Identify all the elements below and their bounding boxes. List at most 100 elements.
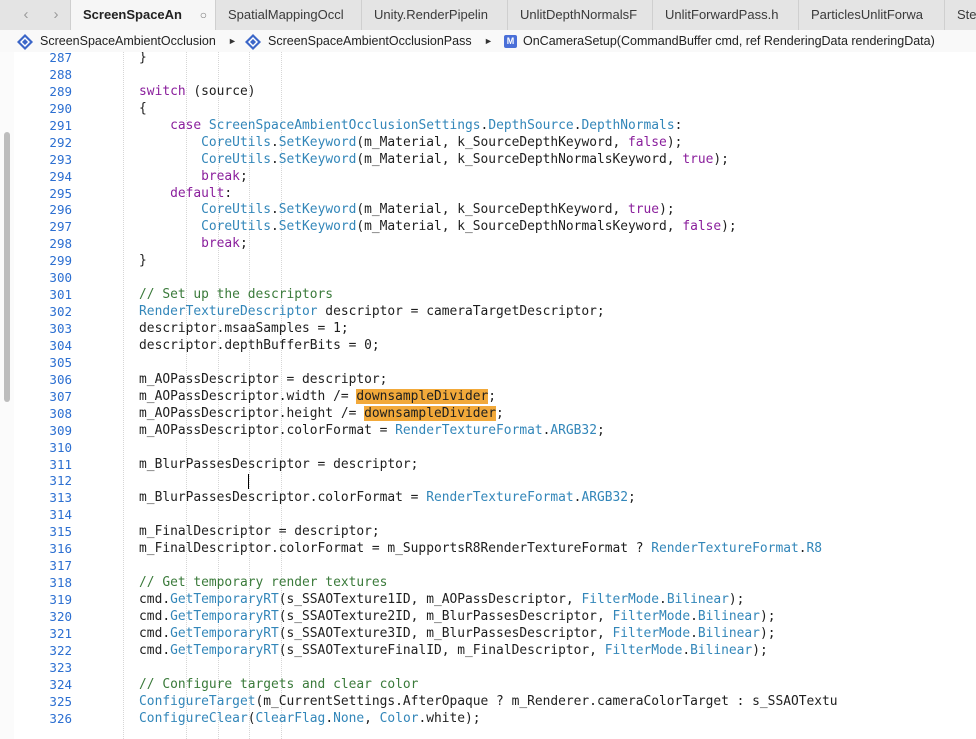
code-token: ); <box>759 625 776 641</box>
tab-screenspaceambientocclusion[interactable]: ScreenSpaceAn ○ <box>70 0 215 30</box>
code-line[interactable]: 302 RenderTextureDescriptor descriptor =… <box>14 304 976 321</box>
code-line[interactable]: 319 cmd.GetTemporaryRT(s_SSAOTexture1ID,… <box>14 592 976 609</box>
tab-unlitforwardpass[interactable]: UnlitForwardPass.h <box>652 0 798 30</box>
line-number: 311 <box>49 456 72 472</box>
code-token: (m_Material, k_SourceDepthKeyword, <box>356 202 629 218</box>
code-token: (source) <box>185 83 256 99</box>
code-text: } <box>108 52 147 67</box>
code-line[interactable]: 313 m_BlurPassesDescriptor.colorFormat =… <box>14 490 976 507</box>
code-token: . <box>659 592 667 607</box>
code-line[interactable]: 301 // Set up the descriptors <box>14 287 976 304</box>
tab-unity-renderpipeline[interactable]: Unity.RenderPipelin <box>361 0 507 30</box>
code-line[interactable]: 293 CoreUtils.SetKeyword(m_Material, k_S… <box>14 152 976 169</box>
code-line[interactable]: 318 // Get temporary render textures <box>14 575 976 592</box>
code-line[interactable]: 309 m_AOPassDescriptor.colorFormat = Ren… <box>14 423 976 440</box>
scrollbar-thumb[interactable] <box>4 132 10 402</box>
code-line[interactable]: 295 default: <box>14 186 976 203</box>
code-token: } <box>108 52 147 65</box>
code-token: ); <box>728 592 745 607</box>
line-number: 287 <box>49 52 72 65</box>
code-line[interactable]: 296 CoreUtils.SetKeyword(m_Material, k_S… <box>14 202 976 219</box>
code-line[interactable]: 321 cmd.GetTemporaryRT(s_SSAOTexture3ID,… <box>14 626 976 643</box>
tab-unlitdepthnormals[interactable]: UnlitDepthNormalsF <box>507 0 652 30</box>
code-line[interactable]: 297 CoreUtils.SetKeyword(m_Material, k_S… <box>14 219 976 236</box>
code-token: ; <box>239 168 248 184</box>
code-line[interactable]: 305 <box>14 355 976 372</box>
breadcrumb-item-method[interactable]: M OnCameraSetup(CommandBuffer cmd, ref Re… <box>504 30 935 52</box>
code-text: cmd.GetTemporaryRT(s_SSAOTexture3ID, m_B… <box>108 626 775 643</box>
code-line[interactable]: 299 } <box>14 253 976 270</box>
code-line[interactable]: 290 { <box>14 101 976 118</box>
code-line[interactable]: 324 // Configure targets and clear color <box>14 677 976 694</box>
tab-label: ParticlesUnlitForwa <box>811 7 923 22</box>
code-line[interactable]: 314 <box>14 507 976 524</box>
tab-overflow[interactable]: Ste <box>944 0 976 30</box>
line-number: 292 <box>49 134 72 150</box>
breadcrumb-item-pass[interactable]: ScreenSpaceAmbientOcclusionPass <box>244 30 472 52</box>
code-line[interactable]: 304 descriptor.depthBufferBits = 0; <box>14 338 976 355</box>
code-line[interactable]: 326 ConfigureClear(ClearFlag.None, Color… <box>14 711 976 728</box>
code-line[interactable]: 288 <box>14 67 976 84</box>
code-line[interactable]: 289 switch (source) <box>14 84 976 101</box>
code-line[interactable]: 311 m_BlurPassesDescriptor = descriptor; <box>14 457 976 474</box>
code-text: cmd.GetTemporaryRT(s_SSAOTexture1ID, m_A… <box>108 592 744 609</box>
code-line[interactable]: 316 m_FinalDescriptor.colorFormat = m_Su… <box>14 541 976 558</box>
code-token: . <box>690 608 698 624</box>
code-line[interactable]: 303 descriptor.msaaSamples = 1; <box>14 321 976 338</box>
forward-arrow-icon[interactable]: › <box>44 3 68 27</box>
tab-label: UnlitForwardPass.h <box>665 7 779 22</box>
code-line[interactable]: 306 m_AOPassDescriptor = descriptor; <box>14 372 976 389</box>
code-token: ); <box>721 219 737 235</box>
code-token: Color <box>379 710 419 726</box>
code-text: cmd.GetTemporaryRT(s_SSAOTexture2ID, m_B… <box>108 609 775 626</box>
code-line[interactable]: 310 <box>14 440 976 457</box>
code-text: CoreUtils.SetKeyword(m_Material, k_Sourc… <box>108 135 682 152</box>
code-line[interactable]: 323 <box>14 660 976 677</box>
code-token: Bilinear <box>666 592 729 607</box>
code-line[interactable]: 322 cmd.GetTemporaryRT(s_SSAOTextureFina… <box>14 643 976 660</box>
code-token: false <box>682 219 722 235</box>
code-line[interactable]: 294 break; <box>14 169 976 186</box>
line-number: 300 <box>49 270 72 286</box>
code-token: ScreenSpaceAmbientOcclusionSettings <box>208 117 481 133</box>
code-text: RenderTextureDescriptor descriptor = cam… <box>108 304 605 321</box>
code-token: m_FinalDescriptor.colorFormat = m_Suppor… <box>108 541 652 557</box>
code-line[interactable]: 307 m_AOPassDescriptor.width /= downsamp… <box>14 388 976 406</box>
vertical-scrollbar[interactable] <box>0 52 14 739</box>
code-line[interactable]: 287 } <box>14 52 976 67</box>
code-token: .white); <box>418 710 481 726</box>
back-arrow-icon[interactable]: ‹ <box>14 3 38 27</box>
line-number: 322 <box>49 642 72 658</box>
breadcrumb-label: ScreenSpaceAmbientOcclusionPass <box>268 34 472 48</box>
code-line[interactable]: 300 <box>14 270 976 287</box>
csharp-class-icon <box>17 33 33 50</box>
code-line[interactable]: 317 <box>14 558 976 575</box>
breadcrumb-item-class[interactable]: ScreenSpaceAmbientOcclusion <box>16 30 216 52</box>
code-token: SetKeyword <box>278 134 357 150</box>
code-line[interactable]: 315 m_FinalDescriptor = descriptor; <box>14 524 976 541</box>
code-line[interactable]: 298 break; <box>14 236 976 253</box>
code-editor[interactable]: 287 } 288 289 switch (source) 290 {291 case… <box>14 52 976 739</box>
code-line[interactable]: 325 ConfigureTarget(m_CurrentSettings.Af… <box>14 694 976 711</box>
code-line[interactable]: 292 CoreUtils.SetKeyword(m_Material, k_S… <box>14 135 976 152</box>
close-tab-icon[interactable]: ○ <box>200 0 207 30</box>
tab-spatialmappingocclusion[interactable]: SpatialMappingOccl <box>215 0 361 30</box>
code-line[interactable]: 291 case ScreenSpaceAmbientOcclusionSett… <box>14 118 976 135</box>
code-text: { <box>108 101 147 118</box>
line-number: 293 <box>49 151 72 167</box>
code-line[interactable]: 308 m_AOPassDescriptor.height /= downsam… <box>14 405 976 423</box>
code-text: // Configure targets and clear color <box>108 677 418 694</box>
code-line[interactable]: 312 <box>14 473 976 490</box>
tab-particlesunlitforward[interactable]: ParticlesUnlitForwa <box>798 0 944 30</box>
line-number: 310 <box>49 439 72 455</box>
code-token: (m_CurrentSettings.AfterOpaque ? m_Rende… <box>255 693 838 709</box>
line-number: 301 <box>49 287 72 303</box>
code-token: FilterMode <box>581 592 660 607</box>
code-line[interactable]: 320 cmd.GetTemporaryRT(s_SSAOTexture2ID,… <box>14 609 976 626</box>
